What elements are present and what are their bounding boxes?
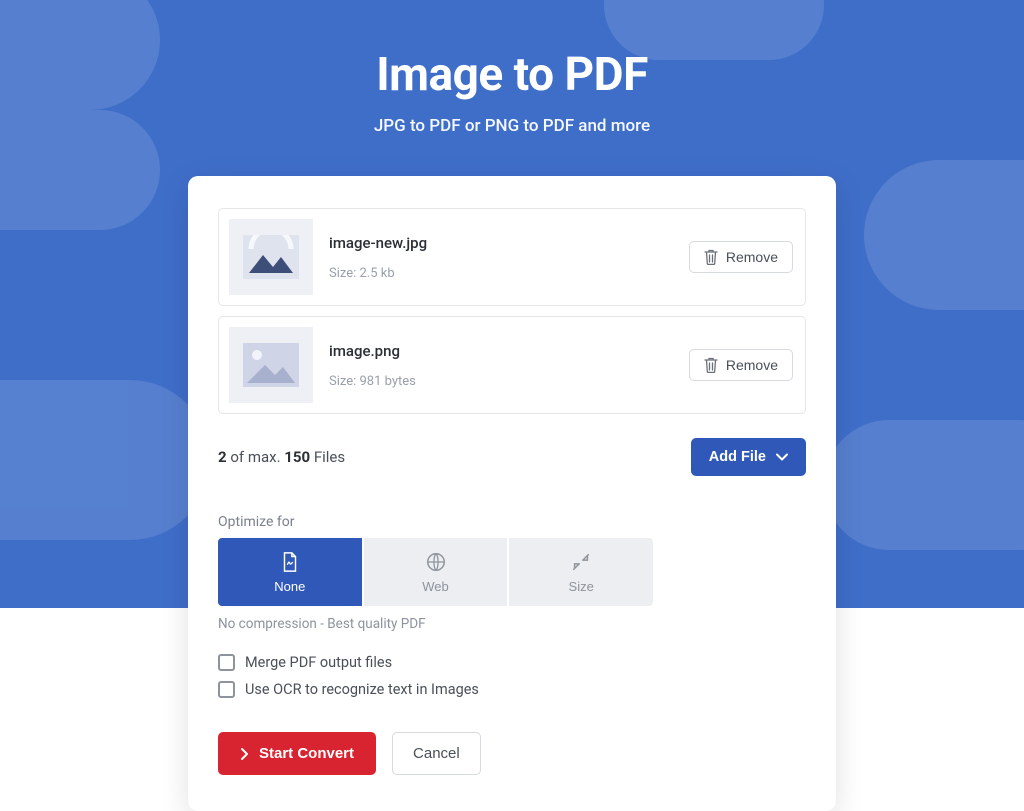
cloud-decoration [824, 420, 1024, 550]
file-row: image-new.jpg Size: 2.5 kb Remove [218, 208, 806, 306]
file-size: Size: 981 bytes [329, 374, 689, 389]
optimize-option-web[interactable]: Web [364, 538, 508, 606]
checkbox-group: Merge PDF output files Use OCR to recogn… [218, 654, 806, 698]
file-thumbnail [229, 219, 313, 295]
file-thumbnail [229, 327, 313, 403]
file-size: Size: 2.5 kb [329, 266, 689, 281]
merge-checkbox-row[interactable]: Merge PDF output files [218, 654, 806, 671]
file-info: image.png Size: 981 bytes [329, 342, 689, 389]
action-bar: Start Convert Cancel [218, 732, 806, 775]
cancel-button[interactable]: Cancel [392, 732, 481, 775]
count-suffix: Files [310, 448, 345, 466]
file-name: image-new.jpg [329, 234, 689, 252]
remove-file-button[interactable]: Remove [689, 349, 793, 381]
file-name: image.png [329, 342, 689, 360]
trash-icon [704, 357, 718, 373]
globe-icon [425, 551, 447, 573]
cloud-decoration [0, 380, 210, 540]
start-convert-button[interactable]: Start Convert [218, 732, 376, 775]
pdf-icon [279, 551, 301, 573]
page-title: Image to PDF [0, 48, 1024, 102]
image-icon [243, 343, 299, 387]
checkbox-icon [218, 681, 235, 698]
files-footer: 2 of max. 150 Files Add File [218, 438, 806, 476]
add-file-button[interactable]: Add File [691, 438, 806, 476]
optimize-option-label: Web [422, 579, 449, 594]
count-sep: of max. [227, 448, 285, 466]
optimize-label: Optimize for [218, 514, 806, 530]
chevron-down-icon [776, 453, 788, 461]
files-count: 2 of max. 150 Files [218, 448, 345, 466]
cloud-decoration [864, 160, 1024, 310]
compress-icon [570, 551, 592, 573]
optimize-option-none[interactable]: None [218, 538, 362, 606]
page-header: Image to PDF JPG to PDF or PNG to PDF an… [0, 0, 1024, 136]
merge-checkbox-label: Merge PDF output files [245, 654, 392, 671]
checkbox-icon [218, 654, 235, 671]
cancel-label: Cancel [413, 745, 460, 762]
remove-label: Remove [726, 357, 778, 373]
remove-file-button[interactable]: Remove [689, 241, 793, 273]
page-subtitle: JPG to PDF or PNG to PDF and more [0, 116, 1024, 136]
chevron-right-icon [240, 747, 249, 761]
optimize-option-size[interactable]: Size [509, 538, 653, 606]
remove-label: Remove [726, 249, 778, 265]
optimize-hint: No compression - Best quality PDF [218, 616, 806, 632]
ocr-checkbox-row[interactable]: Use OCR to recognize text in Images [218, 681, 806, 698]
trash-icon [704, 249, 718, 265]
file-row: image.png Size: 981 bytes Remove [218, 316, 806, 414]
optimize-option-label: Size [569, 579, 594, 594]
converter-card: image-new.jpg Size: 2.5 kb Remove image.… [188, 176, 836, 811]
image-icon [243, 235, 299, 279]
count-current: 2 [218, 448, 227, 466]
count-max: 150 [284, 448, 310, 466]
optimize-options: None Web Size [218, 538, 653, 606]
start-convert-label: Start Convert [259, 745, 354, 762]
add-file-label: Add File [709, 449, 766, 465]
ocr-checkbox-label: Use OCR to recognize text in Images [245, 681, 479, 698]
file-info: image-new.jpg Size: 2.5 kb [329, 234, 689, 281]
optimize-option-label: None [274, 579, 305, 594]
